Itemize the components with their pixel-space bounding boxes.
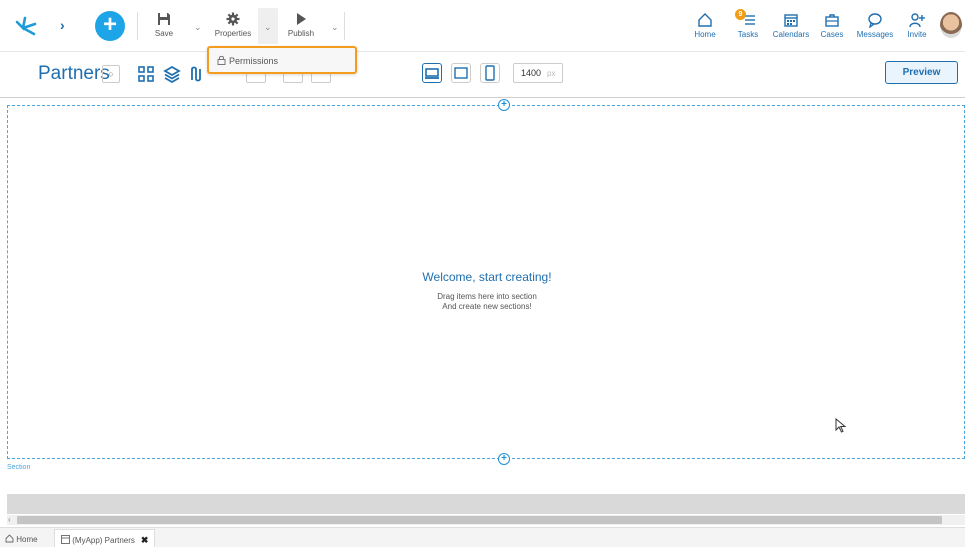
add-new-button[interactable]: + xyxy=(95,11,125,41)
properties-button[interactable]: Properties xyxy=(213,12,253,38)
components-grid-icon[interactable] xyxy=(136,64,156,84)
lock-icon xyxy=(217,55,226,65)
horizontal-scrollbar[interactable]: ‹ xyxy=(7,515,965,525)
tasks-count-badge: 9 xyxy=(735,9,746,20)
nav-home-label: Home xyxy=(694,30,716,39)
user-avatar[interactable] xyxy=(940,12,962,38)
welcome-line-2: And create new sections! xyxy=(442,302,532,311)
nav-cases[interactable]: Cases xyxy=(820,12,844,39)
scroll-left-arrow-icon[interactable]: ‹ xyxy=(8,515,11,525)
chat-bubble-icon xyxy=(868,13,882,28)
canvas-width-input[interactable]: 1400 px xyxy=(513,63,563,83)
nav-calendars[interactable]: Calendars xyxy=(772,12,810,39)
nav-messages[interactable]: Messages xyxy=(855,12,895,39)
nav-calendars-label: Calendars xyxy=(772,30,810,39)
save-label: Save xyxy=(154,29,174,38)
page-title: Partners xyxy=(38,63,110,84)
play-icon xyxy=(297,13,306,25)
publish-button[interactable]: Publish xyxy=(286,12,316,38)
publish-dropdown-chevron-icon[interactable]: ⌄ xyxy=(331,22,339,33)
preview-button[interactable]: Preview xyxy=(885,61,958,84)
add-section-below-icon[interactable]: + xyxy=(498,453,510,465)
page-settings-circle-button[interactable]: ○ xyxy=(102,65,120,83)
canvas-width-unit: px xyxy=(547,69,556,78)
design-canvas[interactable]: Welcome, start creating! Drag items here… xyxy=(0,98,965,498)
desktop-view-button[interactable] xyxy=(422,63,442,83)
save-icon xyxy=(158,13,170,25)
open-document-tab[interactable]: (MyApp) Partners ✖ xyxy=(54,529,156,547)
properties-label: Properties xyxy=(214,29,252,38)
page-section[interactable]: Welcome, start creating! Drag items here… xyxy=(7,105,965,459)
open-document-tab-label: (MyApp) Partners xyxy=(72,536,135,545)
flow-icon[interactable] xyxy=(188,64,208,84)
phone-icon xyxy=(485,65,495,81)
expand-menu-chevron-icon[interactable]: › xyxy=(60,18,65,32)
nav-tasks-label: Tasks xyxy=(737,30,759,39)
calendar-icon xyxy=(784,14,798,27)
app-logo-icon[interactable] xyxy=(14,14,38,38)
gear-icon xyxy=(226,12,240,26)
properties-dropdown-chevron-icon[interactable]: ⌄ xyxy=(264,22,272,33)
toolbar-divider xyxy=(137,12,138,40)
tablet-icon xyxy=(454,67,468,79)
menu-item-permissions[interactable]: Permissions xyxy=(217,55,278,66)
canvas-width-value: 1400 xyxy=(521,68,542,78)
scrollbar-thumb[interactable] xyxy=(17,516,942,524)
tablet-view-button[interactable] xyxy=(451,63,471,83)
bottom-home-tab[interactable]: Home xyxy=(5,534,38,544)
top-toolbar: › + Save ⌄ Properties ⌄ Publish ⌄ Home 9… xyxy=(0,0,965,52)
canvas-footer-band xyxy=(7,494,965,514)
nav-home[interactable]: Home xyxy=(692,12,718,39)
layers-icon[interactable] xyxy=(162,64,182,84)
mobile-view-button[interactable] xyxy=(480,63,500,83)
home-outline-icon xyxy=(5,534,14,543)
briefcase-icon xyxy=(825,14,839,27)
designer-toolbar: Partners ○ 1400 px Preview xyxy=(0,52,965,98)
mouse-cursor-icon xyxy=(835,417,847,434)
bottom-home-label: Home xyxy=(16,535,38,544)
menu-item-permissions-label: Permissions xyxy=(229,56,279,66)
welcome-title: Welcome, start creating! xyxy=(422,270,552,284)
close-tab-icon[interactable]: ✖ xyxy=(141,535,149,545)
nav-messages-label: Messages xyxy=(856,30,894,39)
section-label: Section xyxy=(7,464,31,471)
bottom-tab-bar: Home (MyApp) Partners ✖ xyxy=(0,527,965,547)
nav-invite-label: Invite xyxy=(907,30,927,39)
nav-tasks[interactable]: 9 Tasks xyxy=(735,9,760,39)
welcome-message: Welcome, start creating! Drag items here… xyxy=(8,270,965,312)
save-dropdown-chevron-icon[interactable]: ⌄ xyxy=(194,22,202,33)
form-icon xyxy=(61,535,70,544)
toolbar-divider xyxy=(344,12,345,40)
home-icon xyxy=(698,13,712,27)
add-user-icon xyxy=(909,13,925,28)
nav-cases-label: Cases xyxy=(820,30,844,39)
laptop-icon xyxy=(425,68,439,79)
save-button[interactable]: Save xyxy=(150,12,178,38)
nav-invite[interactable]: Invite xyxy=(905,12,929,39)
welcome-line-1: Drag items here into section xyxy=(437,292,537,301)
publish-label: Publish xyxy=(287,29,315,38)
properties-dropdown-menu: Permissions xyxy=(207,46,357,74)
add-section-above-icon[interactable]: + xyxy=(498,99,510,111)
